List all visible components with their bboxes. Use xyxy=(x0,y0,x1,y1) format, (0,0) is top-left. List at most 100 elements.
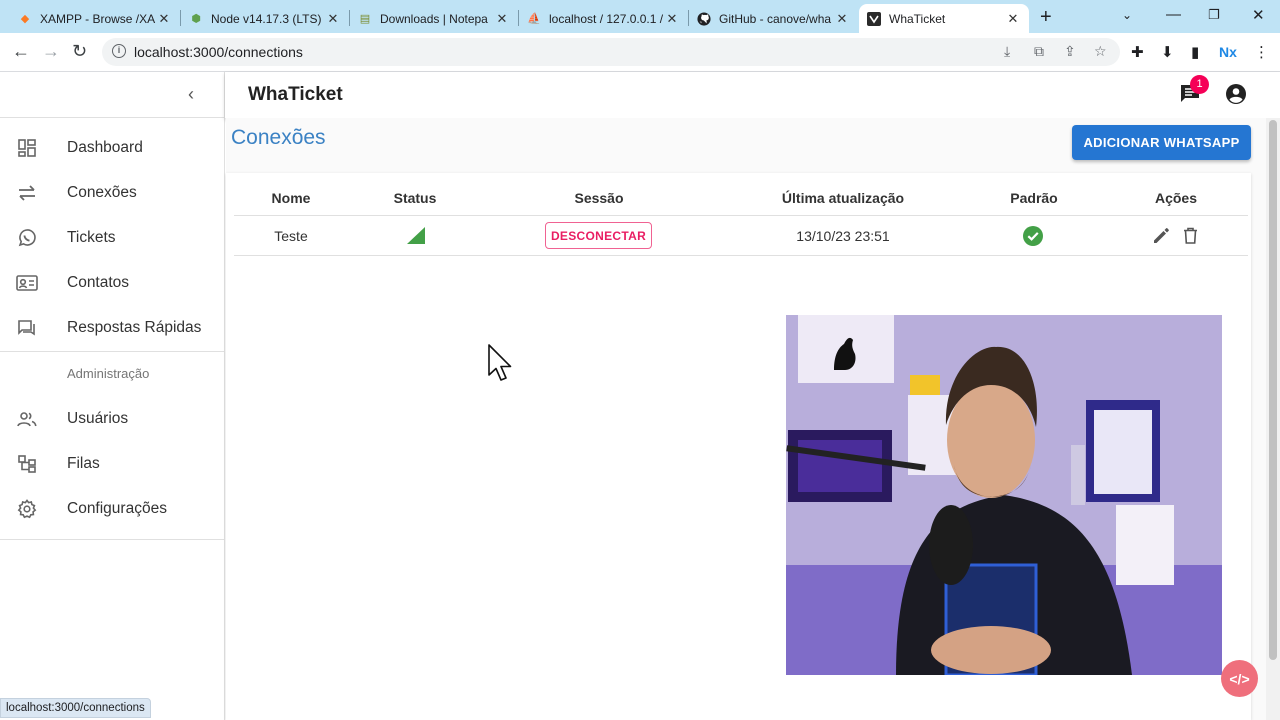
gear-icon xyxy=(16,498,38,520)
close-icon[interactable]: ✕ xyxy=(664,11,680,27)
app-header: WhaTicket 1 xyxy=(225,72,1280,118)
column-header-sessao: Sessão xyxy=(574,190,624,206)
mouse-cursor-icon xyxy=(488,344,514,382)
address-url[interactable]: localhost:3000/connections xyxy=(134,44,303,60)
column-header-ultima-atualizacao: Última atualização xyxy=(781,190,905,206)
side-panel-icon[interactable]: ▮ xyxy=(1191,43,1199,61)
scrollbar-thumb[interactable] xyxy=(1269,120,1277,660)
tab-title: WhaTicket xyxy=(889,11,946,26)
sidebar-item-label: Filas xyxy=(67,454,100,472)
back-icon[interactable]: ← xyxy=(12,41,30,62)
sidebar-item-tickets[interactable]: Tickets xyxy=(0,215,224,260)
site-info-icon[interactable]: i xyxy=(112,44,126,58)
sidebar-item-usuarios[interactable]: Usuários xyxy=(0,396,224,441)
sidebar-item-label: Contatos xyxy=(67,273,130,291)
chevron-left-icon[interactable]: ‹ xyxy=(188,84,194,105)
sidebar: ‹ Dashboard Conexões Tickets Contatos Re… xyxy=(0,72,225,720)
delete-trash-icon[interactable] xyxy=(1181,226,1200,245)
connection-name: Teste xyxy=(274,228,308,244)
sidebar-header: ‹ xyxy=(0,72,224,118)
sidebar-item-label: Conexões xyxy=(67,183,137,201)
notification-badge: 1 xyxy=(1190,75,1209,94)
tab-title: localhost / 127.0.0.1 / xyxy=(549,11,664,26)
new-tab-button[interactable]: + xyxy=(1040,6,1052,29)
sidebar-item-label: Respostas Rápidas xyxy=(67,318,202,336)
header-divider xyxy=(234,215,1248,216)
sidebar-item-configuracoes[interactable]: Configurações xyxy=(0,486,224,531)
translate-icon[interactable]: ⧉ xyxy=(1034,43,1044,60)
account-circle-icon[interactable] xyxy=(1225,83,1247,105)
more-menu-icon[interactable]: ⋮ xyxy=(1254,43,1269,61)
window-close-icon[interactable]: ✕ xyxy=(1252,6,1265,24)
bookmark-star-icon[interactable]: ☆ xyxy=(1094,43,1107,60)
sidebar-divider xyxy=(0,351,224,352)
minimize-icon[interactable]: — xyxy=(1166,6,1181,23)
node-icon: ⬢ xyxy=(191,13,201,25)
sidebar-item-dashboard[interactable]: Dashboard xyxy=(0,125,224,170)
browser-status-url: localhost:3000/connections xyxy=(0,698,151,718)
address-bar[interactable]: i localhost:3000/connections ⤓ ⧉ ⇪ ☆ xyxy=(102,38,1120,66)
edit-pencil-icon[interactable] xyxy=(1152,226,1171,245)
code-toggle-icon[interactable]: </> xyxy=(1221,660,1258,697)
column-header-acoes: Ações xyxy=(1154,190,1198,206)
column-header-nome: Nome xyxy=(271,190,311,206)
webcam-overlay xyxy=(786,315,1222,675)
browser-tab-xampp[interactable]: ◆ XAMPP - Browse /XA ✕ xyxy=(10,4,180,33)
people-icon xyxy=(16,408,38,430)
tab-title: GitHub - canove/wha xyxy=(719,11,832,26)
add-whatsapp-button[interactable]: ADICIONAR WHATSAPP xyxy=(1072,125,1251,160)
install-app-icon[interactable]: ⤓ xyxy=(1004,43,1010,60)
sidebar-item-contatos[interactable]: Contatos xyxy=(0,260,224,305)
column-header-padrao: Padrão xyxy=(1010,190,1058,206)
sidebar-item-label: Configurações xyxy=(67,499,167,517)
browser-tab-notepad[interactable]: ▤ Downloads | Notepa ✕ xyxy=(350,4,518,33)
sidebar-section-admin: Administração xyxy=(67,366,150,381)
sidebar-item-respostas-rapidas[interactable]: Respostas Rápidas xyxy=(0,305,224,350)
sidebar-item-filas[interactable]: Filas xyxy=(0,441,224,486)
browser-tab-phpmyadmin[interactable]: ⛵ localhost / 127.0.0.1 / ✕ xyxy=(519,4,688,33)
check-circle-icon xyxy=(1023,226,1043,246)
close-icon[interactable]: ✕ xyxy=(834,11,850,27)
github-icon xyxy=(697,11,711,26)
tab-search-icon[interactable]: ⌄ xyxy=(1122,8,1132,22)
row-divider xyxy=(234,255,1248,256)
sidebar-item-label: Tickets xyxy=(67,228,116,246)
reload-icon[interactable]: ↻ xyxy=(72,41,87,62)
xampp-icon: ◆ xyxy=(20,13,30,25)
close-icon[interactable]: ✕ xyxy=(325,11,341,27)
contact-card-icon xyxy=(16,272,38,294)
app-title: WhaTicket xyxy=(248,84,343,105)
close-icon[interactable]: ✕ xyxy=(494,11,510,27)
tab-title: Node v14.17.3 (LTS) | xyxy=(211,11,325,26)
quick-reply-icon xyxy=(16,317,38,339)
dashboard-icon xyxy=(16,137,38,159)
disconnect-button[interactable]: DESCONECTAR xyxy=(545,222,652,249)
browser-tab-bar: ◆ XAMPP - Browse /XA ✕ ⬢ Node v14.17.3 (… xyxy=(0,0,1280,33)
browser-tab-node[interactable]: ⬢ Node v14.17.3 (LTS) | ✕ xyxy=(181,4,349,33)
whatsapp-icon xyxy=(16,227,38,249)
queue-icon xyxy=(16,453,38,475)
browser-tab-github[interactable]: GitHub - canove/wha ✕ xyxy=(689,4,858,33)
downloads-icon[interactable]: ⬇ xyxy=(1161,43,1174,61)
column-header-status: Status xyxy=(393,190,437,206)
signal-cellular-icon xyxy=(407,227,425,244)
page-title: Conexões xyxy=(231,126,326,149)
restore-icon[interactable]: ❐ xyxy=(1208,7,1220,23)
sidebar-item-conexoes[interactable]: Conexões xyxy=(0,170,224,215)
share-icon[interactable]: ⇪ xyxy=(1064,43,1076,60)
forward-icon[interactable]: → xyxy=(42,41,60,62)
whaticket-icon xyxy=(867,11,881,26)
phpmyadmin-icon: ⛵ xyxy=(527,13,541,25)
tab-title: XAMPP - Browse /XA xyxy=(40,11,156,26)
notepad-icon: ▤ xyxy=(359,13,371,25)
sidebar-item-label: Usuários xyxy=(67,409,129,427)
sidebar-item-label: Dashboard xyxy=(67,138,143,156)
browser-tab-whaticket[interactable]: WhaTicket ✕ xyxy=(859,4,1029,33)
connection-updated: 13/10/23 23:51 xyxy=(796,228,890,244)
nx-extension-icon[interactable]: Nx xyxy=(1219,44,1237,60)
page-scrollbar[interactable] xyxy=(1266,118,1280,720)
extensions-puzzle-icon[interactable]: ✚ xyxy=(1131,43,1144,61)
close-icon[interactable]: ✕ xyxy=(1005,11,1021,27)
sync-arrows-icon xyxy=(16,182,38,204)
close-icon[interactable]: ✕ xyxy=(156,11,172,27)
